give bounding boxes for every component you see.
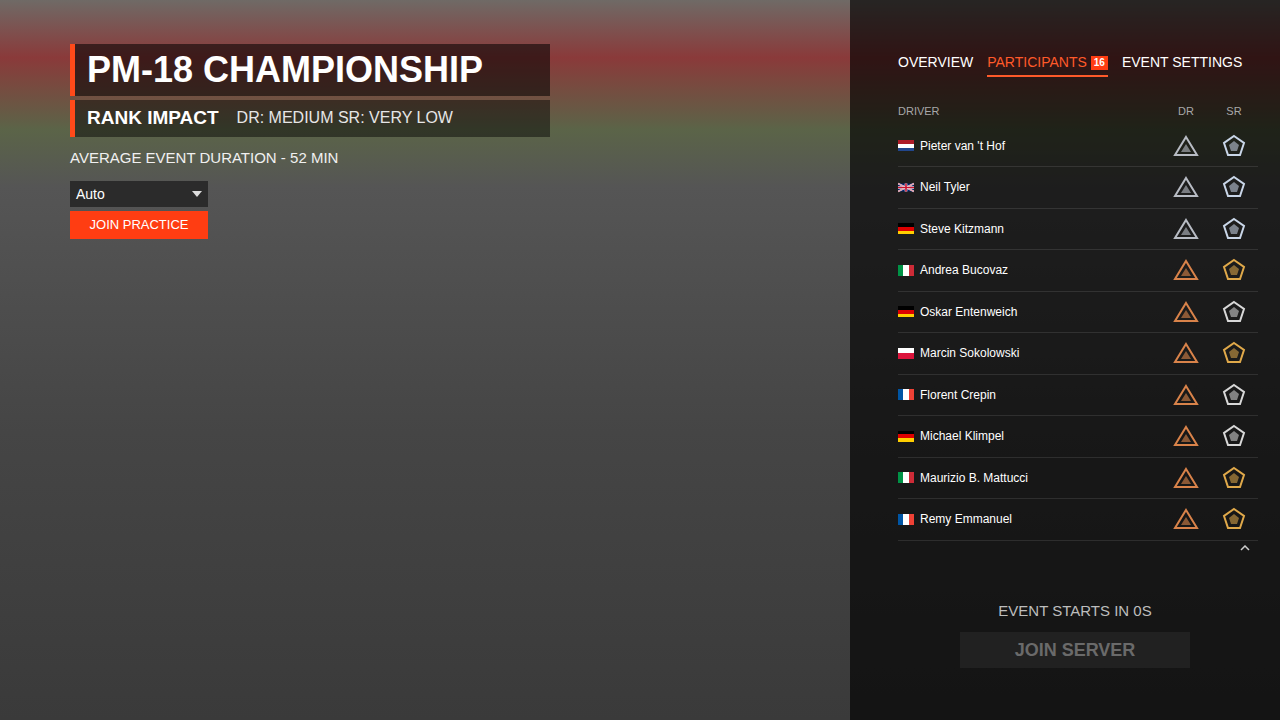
participant-row[interactable]: Neil Tyler <box>898 167 1258 209</box>
tab[interactable]: PARTICIPANTS 16 <box>987 52 1108 77</box>
rank-impact-label: RANK IMPACT <box>87 104 219 133</box>
safety-rating-icon <box>1222 217 1246 241</box>
column-header: SR <box>1210 103 1258 120</box>
participant-row[interactable]: Oskar Entenweich <box>898 292 1258 334</box>
join-server-button[interactable]: JOIN SERVER <box>960 632 1190 668</box>
tab-label: EVENT SETTINGS <box>1122 52 1242 73</box>
scroll-down-icon[interactable] <box>1240 545 1250 551</box>
flag-icon <box>898 514 914 525</box>
flag-icon <box>898 431 914 442</box>
safety-rating-icon <box>1222 134 1246 158</box>
safety-rating-icon <box>1222 175 1246 199</box>
safety-rating-icon <box>1222 258 1246 282</box>
participant-row[interactable]: Marcin Sokolowski <box>898 333 1258 375</box>
driver-rating-icon <box>1173 467 1199 489</box>
driver-name: Steve Kitzmann <box>920 220 1004 238</box>
tab[interactable]: OVERVIEW <box>898 52 973 77</box>
tab-badge: 16 <box>1091 56 1108 70</box>
dropdown-value: Auto <box>76 184 105 205</box>
safety-rating-icon <box>1222 341 1246 365</box>
driver-rating-icon <box>1173 342 1199 364</box>
participant-row[interactable]: Remy Emmanuel <box>898 499 1258 541</box>
driver-name: Remy Emmanuel <box>920 510 1012 528</box>
safety-rating-icon <box>1222 383 1246 407</box>
event-title-box: PM-18 CHAMPIONSHIP <box>70 44 550 96</box>
tab[interactable]: EVENT SETTINGS <box>1122 52 1242 77</box>
rank-impact-value: DR: MEDIUM SR: VERY LOW <box>237 106 453 130</box>
flag-icon <box>898 223 914 234</box>
participant-list: Pieter van 't Hof Neil Tyler Steve Kitzman… <box>898 126 1258 541</box>
column-header: DRIVER <box>898 103 1162 120</box>
driver-rating-icon <box>1173 384 1199 406</box>
participant-row[interactable]: Florent Crepin <box>898 375 1258 417</box>
tab-underline <box>987 75 1108 77</box>
safety-rating-icon <box>1222 300 1246 324</box>
tab-underline <box>898 75 973 77</box>
safety-rating-icon <box>1222 424 1246 448</box>
driver-rating-icon <box>1173 259 1199 281</box>
driver-name: Neil Tyler <box>920 178 970 196</box>
app: PM-18 CHAMPIONSHIP RANK IMPACT DR: MEDIUM … <box>0 0 1280 720</box>
event-info: PM-18 CHAMPIONSHIP RANK IMPACT DR: MEDIUM … <box>0 0 850 720</box>
table-header: DRIVERDRSR <box>850 103 1280 120</box>
driver-name: Andrea Bucovaz <box>920 261 1008 279</box>
participant-row[interactable]: Pieter van 't Hof <box>898 126 1258 168</box>
tab-label: OVERVIEW <box>898 52 973 73</box>
flag-icon <box>898 348 914 359</box>
safety-rating-icon <box>1222 507 1246 531</box>
participant-row[interactable]: Steve Kitzmann <box>898 209 1258 251</box>
participant-row[interactable]: Andrea Bucovaz <box>898 250 1258 292</box>
participant-row[interactable]: Maurizio B. Mattucci <box>898 458 1258 500</box>
event-duration: AVERAGE EVENT DURATION - 52 MIN <box>70 147 850 170</box>
driver-rating-icon <box>1173 425 1199 447</box>
tab-underline <box>1122 75 1242 77</box>
event-countdown: EVENT STARTS IN 0S <box>998 600 1151 623</box>
participant-row[interactable]: Michael Klimpel <box>898 416 1258 458</box>
driver-rating-icon <box>1173 218 1199 240</box>
safety-rating-icon <box>1222 466 1246 490</box>
flag-icon <box>898 182 914 193</box>
flag-icon <box>898 140 914 151</box>
tab-label: PARTICIPANTS <box>987 52 1087 73</box>
driver-name: Pieter van 't Hof <box>920 137 1005 155</box>
flag-icon <box>898 389 914 400</box>
join-practice-button[interactable]: JOIN PRACTICE <box>70 211 208 239</box>
event-footer: EVENT STARTS IN 0S JOIN SERVER <box>850 600 1280 720</box>
flag-icon <box>898 306 914 317</box>
screen: PM-18 CHAMPIONSHIP RANK IMPACT DR: MEDIUM … <box>0 0 1280 720</box>
caret-down-icon <box>192 191 202 197</box>
driver-rating-icon <box>1173 135 1199 157</box>
driver-name: Florent Crepin <box>920 386 996 404</box>
driver-rating-icon <box>1173 301 1199 323</box>
driver-name: Maurizio B. Mattucci <box>920 469 1028 487</box>
session-dropdown[interactable]: Auto <box>70 181 208 207</box>
driver-name: Marcin Sokolowski <box>920 344 1019 362</box>
driver-name: Michael Klimpel <box>920 427 1004 445</box>
driver-rating-icon <box>1173 176 1199 198</box>
participants-panel: OVERVIEW PARTICIPANTS 16 EVENT SETTINGS DRIV… <box>850 0 1280 720</box>
column-header: DR <box>1162 103 1210 120</box>
driver-rating-icon <box>1173 508 1199 530</box>
tabs: OVERVIEW PARTICIPANTS 16 EVENT SETTINGS <box>850 0 1280 77</box>
rank-impact-row: RANK IMPACT DR: MEDIUM SR: VERY LOW <box>70 100 550 137</box>
flag-icon <box>898 265 914 276</box>
event-title: PM-18 CHAMPIONSHIP <box>87 48 538 92</box>
driver-name: Oskar Entenweich <box>920 303 1017 321</box>
flag-icon <box>898 472 914 483</box>
